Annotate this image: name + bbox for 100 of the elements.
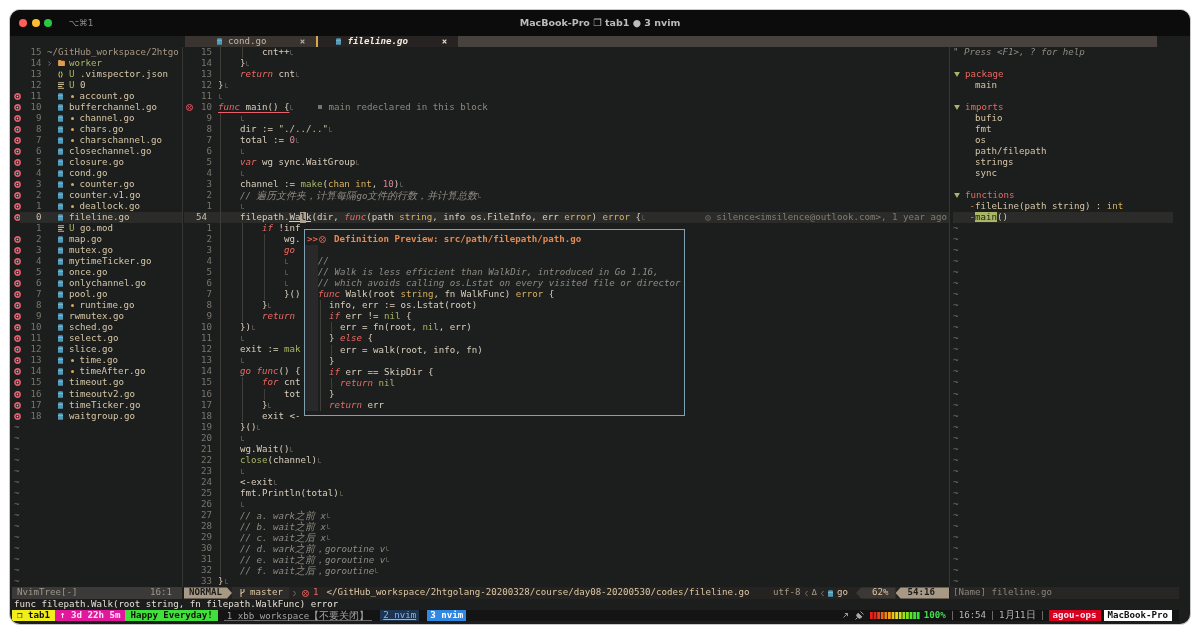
empty-line-marker: ~ <box>953 245 959 257</box>
text-file-icon <box>58 225 64 233</box>
zoom-button[interactable] <box>44 18 52 27</box>
battery-percent: 100% <box>923 609 946 621</box>
file-name[interactable]: 0 <box>80 79 86 91</box>
file-name[interactable]: channel.go <box>79 112 135 124</box>
empty-line-marker: ~ <box>14 454 20 466</box>
tag-entry[interactable]: bufio <box>975 112 1003 124</box>
git-blame-text: silence<imsilence@outlook.com>, 1 year ago <box>716 212 947 224</box>
window-title: MacBook-Pro ❐ tab1 ● 3 nvim <box>519 17 681 29</box>
close-icon[interactable] <box>300 38 306 44</box>
line-number: 2 <box>35 189 42 201</box>
empty-line-marker: ~ <box>953 443 959 455</box>
file-name[interactable]: closure.go <box>69 156 124 168</box>
empty-line-marker: ~ <box>953 520 959 532</box>
file-name[interactable]: once.go <box>69 267 108 279</box>
file-name[interactable]: account.go <box>79 90 135 102</box>
tag-entry[interactable]: main <box>975 79 997 91</box>
file-name[interactable]: timeout.go <box>69 377 124 389</box>
file-name[interactable]: timeoutv2.go <box>69 388 135 400</box>
tag-group-label[interactable]: functions <box>965 189 1015 201</box>
empty-line-marker: ~ <box>953 355 959 367</box>
file-name[interactable]: slice.go <box>69 344 113 356</box>
empty-line-marker: ~ <box>14 443 20 455</box>
code-line: } <box>239 57 246 69</box>
window-tab[interactable]: 3 nvim <box>427 609 467 621</box>
folder-name[interactable]: worker <box>69 57 102 69</box>
triangle-icon[interactable] <box>953 71 960 77</box>
file-name[interactable]: counter.v1.go <box>69 189 141 201</box>
file-name[interactable]: time.go <box>79 355 118 367</box>
close-button[interactable] <box>19 18 27 27</box>
file-name[interactable]: select.go <box>69 333 119 345</box>
file-name[interactable]: mutex.go <box>69 245 113 257</box>
code-line: // which avoids calling os.Lstat on every visited file or director <box>318 278 681 290</box>
file-icon <box>58 180 63 188</box>
empty-line-marker: ~ <box>953 344 959 356</box>
tab[interactable]: fileline.go <box>316 35 458 47</box>
file-icon <box>58 191 63 199</box>
file-type: go <box>837 587 849 599</box>
file-name[interactable]: waitgroup.go <box>69 410 135 422</box>
window-tab[interactable]: 1 xbb_workspace【不要关闭】 <box>223 609 373 621</box>
tag-entry[interactable]: -fileLine(path string) : int <box>969 200 1124 212</box>
user-name: agou-ops <box>1048 609 1101 621</box>
triangle-icon[interactable] <box>953 192 960 198</box>
line-number: 7 <box>205 134 212 146</box>
battery-bar-icon <box>869 611 920 619</box>
tag-entry[interactable]: path/filepath <box>975 145 1047 157</box>
close-icon[interactable] <box>441 38 447 44</box>
tag-group-label[interactable]: package <box>965 68 1004 80</box>
tab[interactable]: cond.go <box>185 35 317 47</box>
chevron-icon[interactable] <box>48 60 51 66</box>
file-name[interactable]: go.mod <box>80 223 113 235</box>
empty-line-marker: ~ <box>953 289 959 301</box>
code-line: var wg sync.WaitGroup <box>239 156 356 168</box>
line-number: 9 <box>205 311 212 323</box>
folder-icon[interactable] <box>58 60 65 67</box>
line-number: 2 <box>35 234 42 246</box>
code-line: tot <box>283 388 301 400</box>
code-line: func main() { <box>218 101 290 113</box>
triangle-icon[interactable] <box>953 104 960 110</box>
file-name[interactable]: map.go <box>69 234 102 246</box>
line-number: 10 <box>29 101 42 113</box>
file-name[interactable]: pool.go <box>69 289 108 301</box>
window-tab[interactable]: 2 nvim <box>380 609 420 621</box>
file-name[interactable]: cond.go <box>69 167 108 179</box>
git-status: U <box>69 68 75 80</box>
empty-line-marker: ~ <box>14 487 20 499</box>
file-name[interactable]: charschannel.go <box>79 134 162 146</box>
line-number: 13 <box>29 355 42 367</box>
line-number: 5 <box>35 156 42 168</box>
tag-group-label[interactable]: imports <box>965 101 1004 113</box>
line-number: 6 <box>35 278 42 290</box>
code-line: return nil <box>339 377 395 389</box>
empty-line-marker: ~ <box>953 377 959 389</box>
tag-entry[interactable]: sync <box>975 167 997 179</box>
file-name[interactable]: timeTicker.go <box>69 399 141 411</box>
file-name[interactable]: sched.go <box>69 322 113 334</box>
line-number: 9 <box>205 112 212 124</box>
file-icon <box>58 103 63 111</box>
file-name[interactable]: runtime.go <box>79 300 135 312</box>
file-format: Δ <box>811 587 818 599</box>
file-name[interactable]: onlychannel.go <box>69 278 146 290</box>
file-name[interactable]: counter.go <box>79 178 135 190</box>
file-name[interactable]: chars.go <box>79 123 124 135</box>
file-name[interactable]: closechannel.go <box>69 145 152 157</box>
tag-entry[interactable]: fmt <box>975 123 992 135</box>
tag-entry[interactable]: os <box>975 134 986 146</box>
file-name[interactable]: mytimeTicker.go <box>69 256 152 268</box>
file-name[interactable]: bufferchannel.go <box>69 101 157 113</box>
code-line: } <box>218 576 224 588</box>
minimize-button[interactable] <box>31 18 40 27</box>
file-name[interactable]: rwmutex.go <box>69 311 124 323</box>
tag-entry[interactable]: strings <box>975 156 1014 168</box>
line-number: 33 <box>200 576 212 588</box>
file-name[interactable]: .vimspector.json <box>80 68 168 80</box>
file-icon <box>58 158 63 166</box>
file-name[interactable]: deallock.go <box>79 200 140 212</box>
file-icon <box>58 92 63 100</box>
file-name[interactable]: fileline.go <box>69 212 130 224</box>
file-name[interactable]: timeAfter.go <box>79 366 146 378</box>
